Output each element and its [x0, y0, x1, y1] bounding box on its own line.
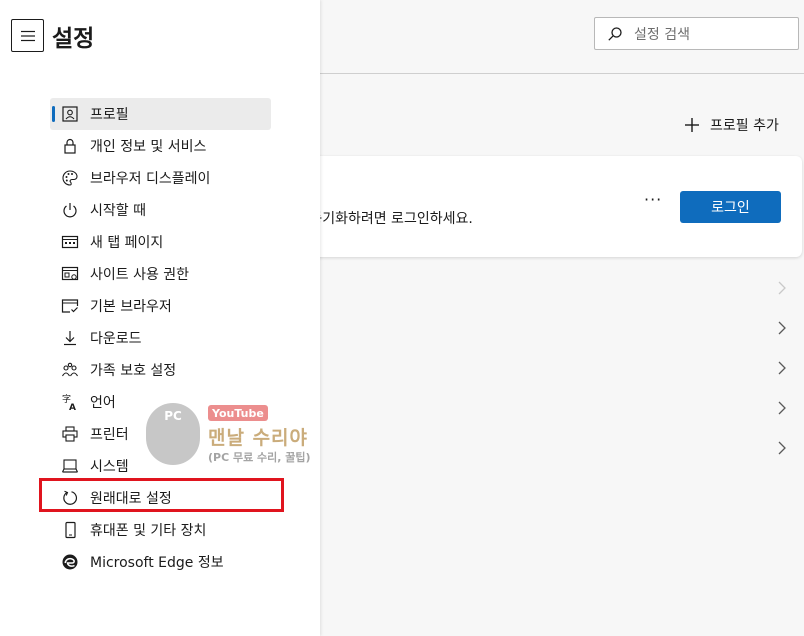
profile-icon	[60, 104, 80, 124]
watermark-logo-text: PC	[164, 409, 182, 423]
search-input[interactable]: 설정 검색	[594, 17, 799, 50]
nav-item-label: 시작할 때	[90, 203, 146, 219]
chevron-right-icon[interactable]	[775, 361, 789, 375]
watermark-logo: PC	[146, 403, 200, 465]
nav-item-label: 가족 보호 설정	[90, 363, 177, 379]
nav-item-label: 다운로드	[90, 331, 142, 347]
plus-icon	[685, 118, 699, 132]
nav-item-label: 언어	[90, 395, 116, 411]
nav-item-family-safety[interactable]: 가족 보호 설정	[50, 354, 271, 386]
default-browser-icon	[60, 296, 80, 316]
nav-item-appearance[interactable]: 브라우저 디스플레이	[50, 162, 271, 194]
chevron-right-icon[interactable]	[775, 321, 789, 335]
edge-icon	[60, 552, 80, 572]
nav-item-label: 프로필	[90, 107, 129, 123]
nav-item-label: Microsoft Edge 정보	[90, 555, 224, 571]
settings-nav-panel: 설정 프로필 개인 정보 및 서비스 브라우저 디스플레이 시작할 때 새 탭 …	[0, 0, 320, 636]
header-divider	[320, 73, 804, 74]
nav-item-phone-devices[interactable]: 휴대폰 및 기타 장치	[50, 514, 271, 546]
nav-item-label: 휴대폰 및 기타 장치	[90, 523, 207, 539]
nav-item-site-permissions[interactable]: 사이트 사용 권한	[50, 258, 271, 290]
page-title: 설정	[52, 26, 95, 52]
login-button[interactable]: 로그인	[680, 191, 781, 223]
menu-button[interactable]	[11, 19, 44, 52]
watermark-title: 맨날 수리야	[208, 427, 309, 449]
nav-item-privacy[interactable]: 개인 정보 및 서비스	[50, 130, 271, 162]
nav-item-downloads[interactable]: 다운로드	[50, 322, 271, 354]
add-profile-button[interactable]: 프로필 추가	[684, 114, 779, 136]
phone-icon	[60, 520, 80, 540]
youtube-badge-text: YouTube	[212, 406, 264, 420]
more-options-button[interactable]: ···	[644, 190, 662, 209]
watermark-subtitle: (PC 무료 수리, 꿀팁)	[208, 451, 311, 464]
nav-item-new-tab[interactable]: 새 탭 페이지	[50, 226, 271, 258]
nav-item-profile[interactable]: 프로필	[50, 98, 271, 130]
search-icon	[608, 26, 622, 41]
watermark: PC YouTube 맨날 수리야 (PC 무료 수리, 꿀팁)	[146, 403, 326, 469]
system-icon	[60, 456, 80, 476]
printer-icon	[60, 424, 80, 444]
download-icon	[60, 328, 80, 348]
hamburger-icon	[20, 30, 35, 41]
chevron-right-icon[interactable]	[775, 441, 789, 455]
highlight-box	[39, 478, 284, 512]
profile-card: 을 동기화하려면 로그인하세요. ··· 로그인	[292, 156, 802, 257]
lock-icon	[60, 136, 80, 156]
nav-item-label: 새 탭 페이지	[90, 235, 164, 251]
family-icon	[60, 360, 80, 380]
nav-item-label: 사이트 사용 권한	[90, 267, 190, 283]
svg-text:A: A	[69, 403, 76, 411]
nav-item-label: 프린터	[90, 427, 129, 443]
palette-icon	[60, 168, 80, 188]
nav-item-label: 시스템	[90, 459, 129, 475]
nav-item-about-edge[interactable]: Microsoft Edge 정보	[50, 546, 271, 578]
youtube-badge: YouTube	[208, 405, 268, 421]
chevron-right-icon[interactable]	[775, 401, 789, 415]
search-placeholder: 설정 검색	[634, 26, 690, 43]
add-profile-label: 프로필 추가	[710, 118, 779, 134]
site-permissions-icon	[60, 264, 80, 284]
chevron-right-icon[interactable]	[775, 281, 789, 295]
language-icon: 字A	[60, 392, 80, 412]
nav-item-label: 개인 정보 및 서비스	[90, 139, 207, 155]
nav-item-label: 기본 브라우저	[90, 299, 172, 315]
power-icon	[60, 200, 80, 220]
nav-item-default-browser[interactable]: 기본 브라우저	[50, 290, 271, 322]
new-tab-icon	[60, 232, 80, 252]
nav-item-startup[interactable]: 시작할 때	[50, 194, 271, 226]
nav-item-label: 브라우저 디스플레이	[90, 171, 211, 187]
